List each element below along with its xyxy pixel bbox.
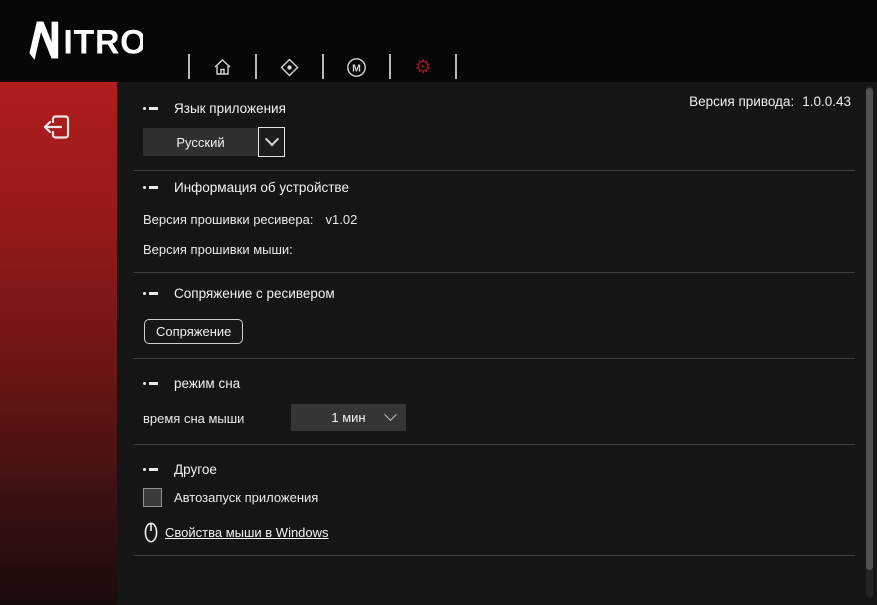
autostart-label: Автозапуск приложения: [174, 490, 319, 505]
section-sleep: режим сна: [143, 376, 240, 391]
home-tab[interactable]: [210, 55, 234, 79]
driver-version: Версия привода: 1.0.0.43: [689, 94, 851, 109]
section-bullet-icon: [143, 292, 158, 295]
section-sleep-title: режим сна: [174, 376, 241, 391]
autostart-row: Автозапуск приложения: [143, 488, 318, 507]
chevron-down-icon: [384, 408, 397, 422]
mouse-properties-row: Свойства мыши в Windows: [144, 522, 329, 543]
section-language: Язык приложения: [143, 101, 286, 116]
section-language-title: Язык приложения: [174, 101, 286, 116]
settings-tab-active[interactable]: ⚙: [411, 55, 435, 79]
pairing-button[interactable]: Сопряжение: [144, 319, 244, 344]
divider: [133, 555, 855, 556]
receiver-firmware-label: Версия прошивки ресивера:: [143, 212, 314, 227]
divider: [133, 170, 855, 171]
sleep-time-selected-value: 1 мин: [331, 410, 366, 425]
divider: [133, 358, 855, 359]
driver-version-value: 1.0.0.43: [802, 94, 851, 109]
top-nav: M ⚙: [0, 52, 877, 82]
driver-version-label: Версия привода:: [689, 94, 795, 109]
logout-icon: [40, 110, 74, 144]
section-other-title: Другое: [174, 462, 217, 477]
nav-separator: [389, 54, 391, 79]
language-select-expand-button[interactable]: [258, 127, 285, 157]
macro-letter: M: [352, 62, 361, 74]
chevron-down-icon: [264, 132, 279, 147]
receiver-firmware-value: v1.02: [325, 212, 358, 227]
section-pairing: Сопряжение с ресивером: [143, 286, 335, 301]
section-device-info-title: Информация об устройстве: [174, 180, 349, 195]
mouse-icon: [144, 522, 158, 543]
logout-button[interactable]: [40, 110, 74, 144]
autostart-checkbox[interactable]: [143, 488, 162, 507]
macro-m-icon: M: [346, 57, 367, 78]
divider: [133, 272, 855, 273]
section-pairing-title: Сопряжение с ресивером: [174, 286, 335, 301]
nav-separator: [455, 54, 457, 79]
nitro-app-window: — × ITRO: [0, 0, 877, 605]
mouse-firmware-row: Версия прошивки мыши:: [143, 242, 305, 257]
header-bar: ITRO M ⚙: [0, 0, 877, 82]
section-other: Другое: [143, 462, 217, 477]
settings-panel: Версия привода: 1.0.0.43 Язык приложения …: [117, 82, 877, 605]
divider: [133, 444, 855, 445]
nav-separator: [255, 54, 257, 79]
dpi-diamond-icon: [279, 57, 300, 78]
dpi-tab[interactable]: [277, 55, 301, 79]
mouse-properties-link[interactable]: Свойства мыши в Windows: [165, 525, 329, 540]
gear-icon: ⚙: [414, 56, 432, 78]
nav-separator: [322, 54, 324, 79]
sleep-time-label: время сна мыши: [143, 410, 245, 426]
home-icon: [212, 57, 233, 78]
receiver-firmware-row: Версия прошивки ресивера: v1.02: [143, 212, 357, 227]
section-device-info: Информация об устройстве: [143, 180, 349, 195]
sleep-time-select[interactable]: 1 мин: [291, 404, 406, 431]
scrollbar-thumb[interactable]: [866, 88, 873, 570]
nav-separator: [188, 54, 190, 79]
section-bullet-icon: [143, 107, 158, 110]
macro-tab[interactable]: M: [344, 55, 368, 79]
mouse-firmware-label: Версия прошивки мыши:: [143, 242, 293, 257]
language-select[interactable]: Русский: [143, 128, 258, 156]
scrollbar-track[interactable]: [866, 86, 873, 598]
language-selected-value: Русский: [176, 134, 225, 150]
section-bullet-icon: [143, 468, 158, 471]
sidebar: [0, 82, 117, 605]
section-bullet-icon: [143, 382, 158, 385]
section-bullet-icon: [143, 186, 158, 189]
